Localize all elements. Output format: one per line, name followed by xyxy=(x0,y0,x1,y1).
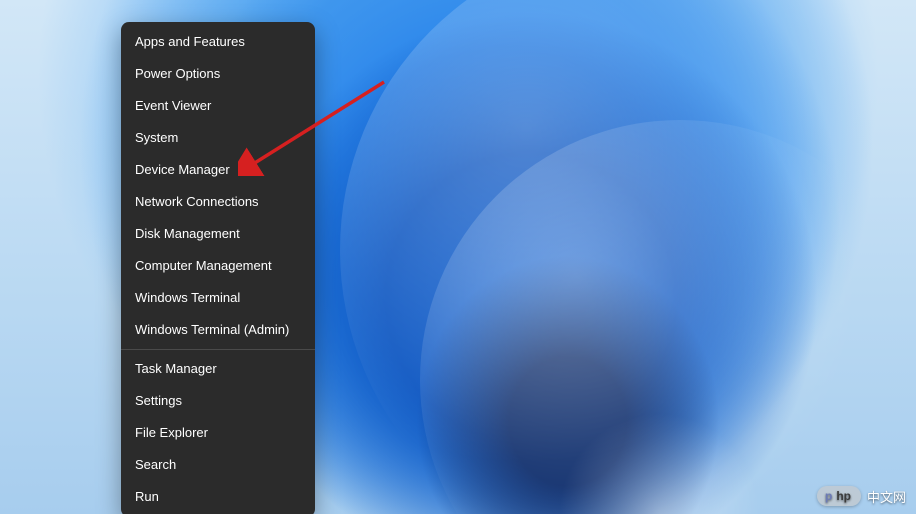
menu-item-file-explorer[interactable]: File Explorer xyxy=(121,417,315,449)
decorative-petal xyxy=(420,120,916,514)
menu-item-power-options[interactable]: Power Options xyxy=(121,58,315,90)
menu-item-disk-management[interactable]: Disk Management xyxy=(121,218,315,250)
menu-item-run[interactable]: Run xyxy=(121,481,315,513)
decorative-petal xyxy=(340,0,916,514)
watermark-badge-hp: hp xyxy=(836,489,851,503)
menu-item-search[interactable]: Search xyxy=(121,449,315,481)
menu-item-apps-and-features[interactable]: Apps and Features xyxy=(121,26,315,58)
menu-item-network-connections[interactable]: Network Connections xyxy=(121,186,315,218)
winx-context-menu: Apps and Features Power Options Event Vi… xyxy=(121,22,315,514)
watermark: php 中文网 xyxy=(817,486,906,506)
menu-separator xyxy=(121,349,315,350)
menu-item-task-manager[interactable]: Task Manager xyxy=(121,353,315,385)
watermark-text: 中文网 xyxy=(867,487,906,506)
desktop-wallpaper: Apps and Features Power Options Event Vi… xyxy=(0,0,916,514)
menu-item-device-manager[interactable]: Device Manager xyxy=(121,154,315,186)
watermark-badge: php xyxy=(817,486,861,506)
menu-item-settings[interactable]: Settings xyxy=(121,385,315,417)
menu-item-computer-management[interactable]: Computer Management xyxy=(121,250,315,282)
menu-item-system[interactable]: System xyxy=(121,122,315,154)
menu-item-windows-terminal[interactable]: Windows Terminal xyxy=(121,282,315,314)
menu-item-windows-terminal-admin[interactable]: Windows Terminal (Admin) xyxy=(121,314,315,346)
menu-item-event-viewer[interactable]: Event Viewer xyxy=(121,90,315,122)
watermark-badge-p: p xyxy=(825,489,832,503)
